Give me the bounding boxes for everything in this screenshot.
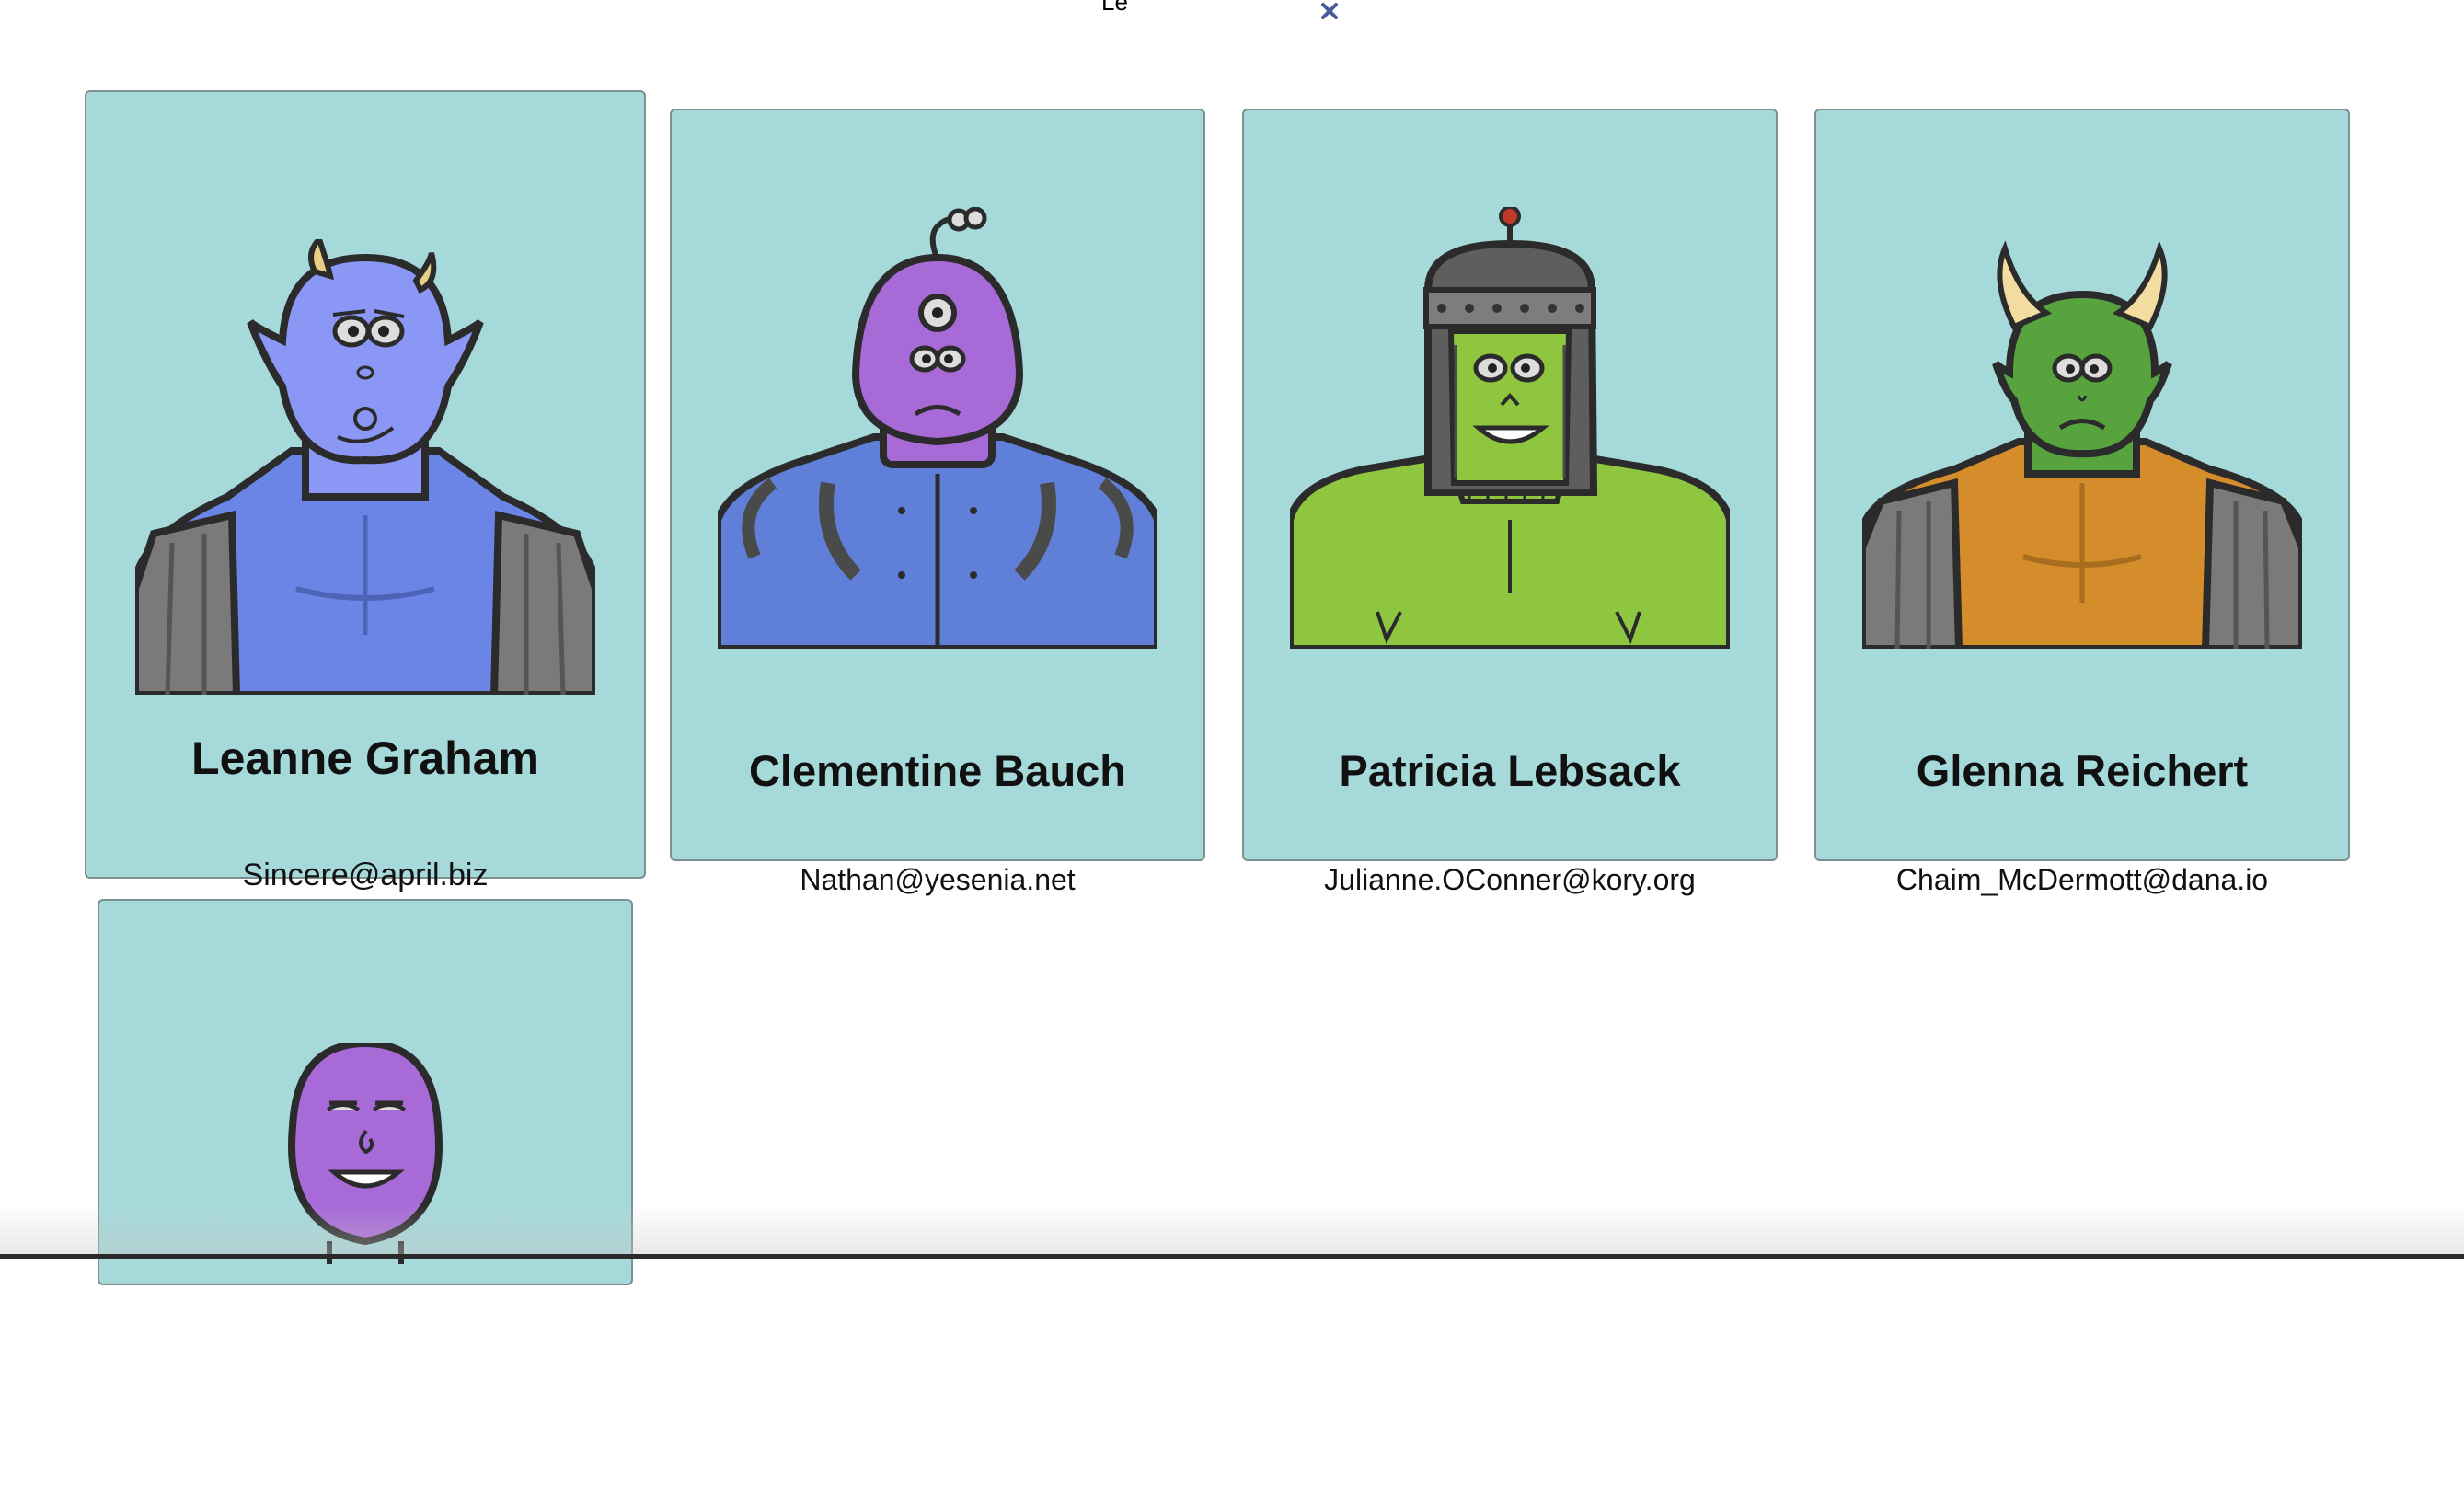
robot-card[interactable]: Glenna Reichert Chaim_McDermott@dana.io [1814,109,2350,896]
search-box [1081,0,1357,20]
robot-name: Leanne Graham [191,732,539,784]
robot-name: Clementine Bauch [748,746,1127,795]
blue-horned-monster-avatar [135,239,595,695]
robot-name: Patricia Lebsack [1339,746,1681,795]
bottom-shadow [0,1203,2464,1259]
robot-name: Glenna Reichert [1916,746,2249,795]
window-bottom-edge [0,1254,2464,1259]
robot-email: Julianne.OConner@kory.org [1324,863,1696,896]
robot-email: Nathan@yesenia.net [800,863,1076,896]
robot-card[interactable]: Leanne Graham Sincere@april.biz [85,90,646,892]
green-helmet-robot-avatar [1290,207,1730,649]
robot-email: Sincere@april.biz [242,858,489,892]
search-input[interactable] [1081,0,1311,20]
robot-card[interactable]: Patricia Lebsack Julianne.OConner@kory.o… [1242,109,1778,896]
robot-card[interactable]: Clementine Bauch Nathan@yesenia.net [670,109,1205,896]
purple-cyclops-robot-avatar [718,207,1157,649]
purple-grinning-monster-avatar [288,1043,443,1264]
green-horned-monster-avatar [1862,240,2302,649]
robot-email: Chaim_McDermott@dana.io [1895,863,2269,896]
close-icon[interactable] [1317,0,1342,24]
